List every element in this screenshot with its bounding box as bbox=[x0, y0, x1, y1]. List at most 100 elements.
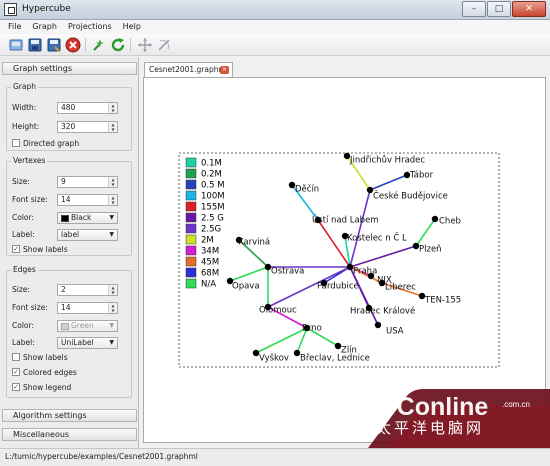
graph-vertex-label: Plzeň bbox=[419, 244, 442, 255]
graph-vertex-label: České Budějovice bbox=[373, 190, 448, 202]
edge-font-size-label: Font size: bbox=[12, 303, 48, 312]
edge-size-spinbox[interactable]: 2 ▲ ▼ bbox=[57, 284, 118, 296]
graph-edge bbox=[415, 218, 436, 247]
legend-swatch bbox=[185, 190, 197, 201]
legend-swatch bbox=[185, 234, 197, 245]
legend-label: 34M bbox=[201, 247, 219, 257]
settings-panel: Graph settings Graph Width: 480 ▲ ▼ Height… bbox=[0, 57, 139, 448]
close-file-icon[interactable] bbox=[65, 37, 81, 53]
graph-vertex-label: Vyškov bbox=[259, 353, 289, 364]
vertex-size-spinbox[interactable]: 9 ▲ ▼ bbox=[57, 176, 118, 188]
title-bar: Hypercube – □ ✕ bbox=[0, 0, 550, 20]
graph-vertex-label: Pardubice bbox=[317, 282, 359, 292]
legend-label: 155M bbox=[201, 203, 225, 213]
document-tab-bar: Cesnet2001.graphml ✕ bbox=[142, 61, 548, 77]
legend-swatch bbox=[185, 267, 197, 278]
graph-edge bbox=[229, 266, 269, 282]
close-window-button[interactable]: ✕ bbox=[512, 1, 546, 17]
graph-vertex-label: TEN-155 bbox=[424, 296, 461, 306]
graph-vertex[interactable] bbox=[431, 215, 439, 223]
edge-show-labels-checkbox[interactable]: Show labels bbox=[12, 353, 68, 362]
edge-color-label: Color: bbox=[12, 321, 34, 330]
height-spinbox[interactable]: 320 ▲ ▼ bbox=[57, 121, 118, 133]
graph-vertex-label: Břeclav, Lednice bbox=[300, 354, 370, 364]
graph-vertex-label: Hradec Králové bbox=[350, 306, 415, 317]
width-spinbox[interactable]: 480 ▲ ▼ bbox=[57, 102, 118, 114]
legend-swatch bbox=[185, 201, 197, 212]
legend-label: 68M bbox=[201, 269, 219, 279]
graph-vertex-label: Kostelec n Č L bbox=[347, 232, 407, 244]
chevron-down-icon: ▼ bbox=[109, 339, 114, 346]
menu-graph[interactable]: Graph bbox=[32, 20, 57, 34]
save-as-icon[interactable] bbox=[46, 37, 62, 53]
vertex-show-labels-checkbox[interactable]: ✓ Show labels bbox=[12, 245, 68, 254]
directed-graph-checkbox[interactable]: Directed graph bbox=[12, 139, 79, 148]
chevron-down-icon: ▼ bbox=[109, 231, 114, 238]
vertex-font-size-spinbox[interactable]: 14 ▲ ▼ bbox=[57, 194, 118, 206]
legend-swatch bbox=[185, 157, 197, 168]
legend-swatch bbox=[185, 278, 197, 289]
algorithm-settings-header[interactable]: Algorithm settings bbox=[2, 409, 137, 422]
width-label: Width: bbox=[12, 103, 37, 112]
edge-size-label: Size: bbox=[12, 285, 30, 294]
graph-vertex-label: Tábor bbox=[409, 171, 434, 181]
edge-font-size-spinbox[interactable]: 14 ▲ ▼ bbox=[57, 302, 118, 314]
graph-edge bbox=[349, 189, 371, 268]
rotate-icon[interactable] bbox=[156, 37, 172, 53]
new-file-icon[interactable] bbox=[8, 37, 24, 53]
edge-label-combo[interactable]: UniLabel ▼ bbox=[57, 337, 118, 349]
edge-color-combo[interactable]: Green ▼ bbox=[57, 320, 118, 332]
hypercube-app-icon bbox=[4, 3, 17, 16]
legend-label: 2.5 G bbox=[201, 214, 224, 224]
maximize-button[interactable]: □ bbox=[487, 1, 511, 17]
menu-file[interactable]: File bbox=[8, 20, 21, 34]
watermark-domain: .com.cn bbox=[502, 400, 530, 409]
vertex-color-combo[interactable]: Black ▼ bbox=[57, 212, 118, 224]
graph-group-title: Graph bbox=[11, 82, 39, 91]
graph-bounds-frame bbox=[178, 152, 500, 368]
legend-label: 2M bbox=[201, 236, 214, 246]
graph-vertex-label: Jindřichův Hradec bbox=[349, 155, 425, 166]
graph-vertex-label: Ostrava bbox=[271, 267, 304, 277]
graph-vertex-label: Olomouc bbox=[259, 306, 297, 316]
graph-vertex-label: Cheb bbox=[439, 217, 461, 227]
vertex-label-label: Label: bbox=[12, 230, 35, 239]
move-icon[interactable] bbox=[137, 37, 153, 53]
graph-vertex-label: Ústí nad Labem bbox=[312, 214, 379, 226]
legend-swatch bbox=[185, 256, 197, 267]
show-legend-checkbox[interactable]: ✓ Show legend bbox=[12, 383, 71, 392]
vertex-size-label: Size: bbox=[12, 177, 30, 186]
menu-help[interactable]: Help bbox=[123, 20, 141, 34]
graph-vertex-label: Opava bbox=[232, 282, 260, 292]
graph-vertex[interactable] bbox=[374, 321, 382, 329]
window-title: Hypercube bbox=[22, 4, 71, 14]
menu-projections[interactable]: Projections bbox=[68, 20, 112, 34]
save-icon[interactable] bbox=[27, 37, 43, 53]
graph-vertex-label: Děčín bbox=[295, 184, 319, 195]
chevron-down-icon: ▼ bbox=[109, 322, 114, 329]
graph-settings-header[interactable]: Graph settings bbox=[2, 62, 137, 75]
vertex-label-combo[interactable]: label ▼ bbox=[57, 229, 118, 241]
transform-icon[interactable] bbox=[91, 37, 107, 53]
legend-label: 100M bbox=[201, 192, 225, 202]
status-bar: L:/tumic/hypercube/examples/Cesnet2001.g… bbox=[0, 448, 550, 466]
minimize-button[interactable]: – bbox=[462, 1, 486, 17]
toolbar bbox=[0, 34, 550, 56]
graph-edge bbox=[369, 174, 408, 191]
reload-icon[interactable] bbox=[110, 37, 126, 53]
close-tab-icon[interactable]: ✕ bbox=[220, 66, 229, 74]
tab-cesnet2001[interactable]: Cesnet2001.graphml ✕ bbox=[144, 62, 233, 77]
colored-edges-checkbox[interactable]: ✓ Colored edges bbox=[12, 368, 77, 377]
legend-label: N/A bbox=[201, 280, 216, 290]
watermark-chinese: 太平洋电脑网 bbox=[376, 419, 484, 437]
chevron-down-icon: ▼ bbox=[109, 214, 114, 221]
legend-label: 45M bbox=[201, 258, 219, 268]
watermark-brand: PConline bbox=[380, 393, 488, 421]
black-swatch-icon bbox=[61, 214, 69, 222]
edge-label-label: Label: bbox=[12, 338, 35, 347]
graph-vertex[interactable] bbox=[367, 272, 375, 280]
legend-swatch bbox=[185, 212, 197, 223]
pconline-watermark: PConline .com.cn 太平洋电脑网 bbox=[368, 377, 550, 448]
legend-swatch bbox=[185, 168, 197, 179]
miscellaneous-header[interactable]: Miscellaneous bbox=[2, 428, 137, 441]
